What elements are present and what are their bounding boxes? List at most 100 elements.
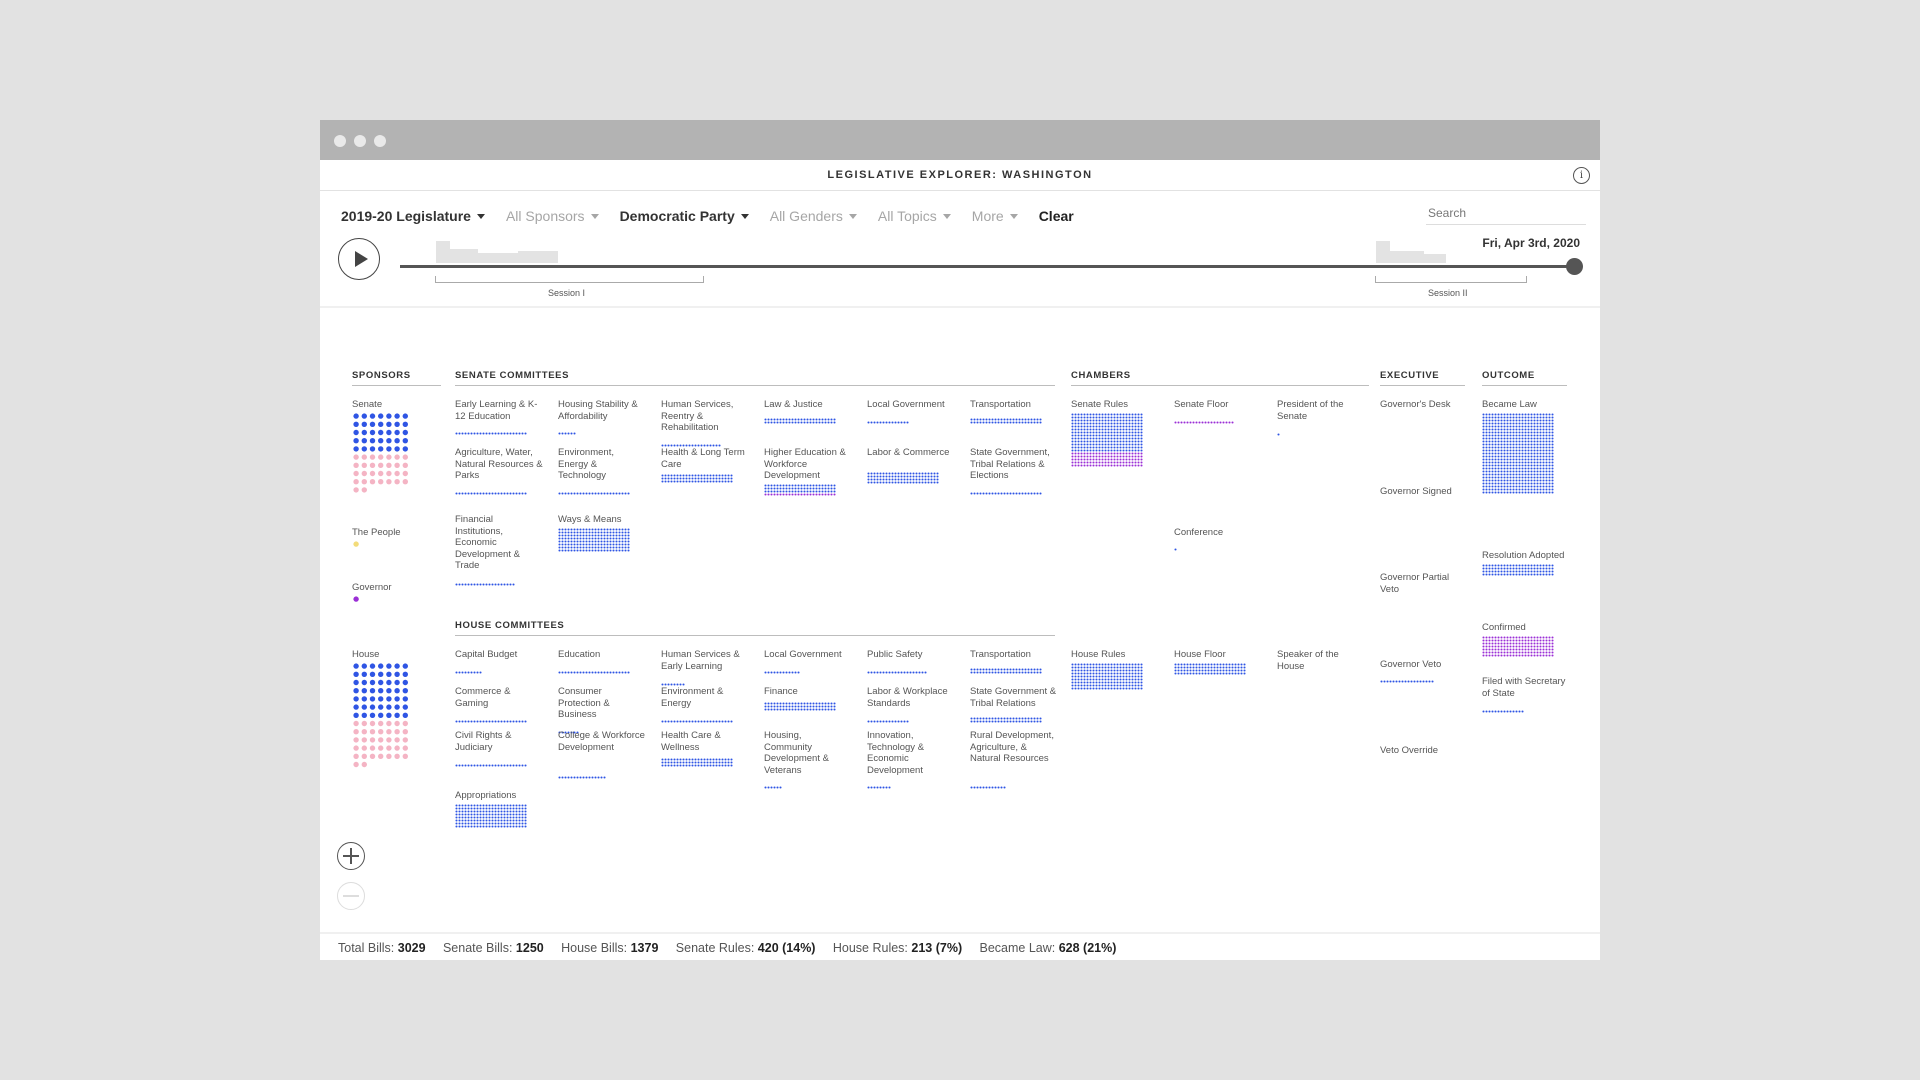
senate-committee-dots[interactable] — [455, 575, 517, 593]
house-committee-dots[interactable] — [661, 712, 735, 730]
senate-committee-dots[interactable] — [558, 528, 632, 559]
bill-dot — [1512, 443, 1515, 446]
clear-button[interactable]: Clear — [1039, 208, 1074, 224]
search-input[interactable] — [1426, 202, 1586, 225]
bill-dot — [718, 761, 721, 764]
bill-dot — [812, 487, 815, 490]
sponsor-governor-dots[interactable] — [352, 595, 362, 627]
senate-committee-dots[interactable] — [764, 413, 838, 431]
senate-committee-dots[interactable] — [970, 484, 1044, 502]
bill-dot — [979, 720, 982, 723]
window-maximize-dot[interactable] — [374, 135, 386, 147]
filter-legislature[interactable]: 2019-20 Legislature — [341, 208, 485, 224]
chamber-house-rules-dots[interactable] — [1071, 663, 1145, 697]
bill-dot — [1548, 434, 1551, 437]
bill-dot — [497, 804, 500, 807]
house-committee-dots[interactable] — [558, 663, 632, 681]
timeline-handle[interactable] — [1566, 258, 1583, 275]
house-committee-dots[interactable] — [867, 778, 893, 796]
info-icon[interactable]: i — [1573, 167, 1590, 184]
bill-dot — [1125, 419, 1128, 422]
chamber-label: House Rules — [1071, 649, 1126, 660]
outcome-confirmed-dots[interactable] — [1482, 636, 1556, 664]
bill-dot — [1074, 675, 1077, 678]
bill-dot — [1018, 671, 1021, 674]
sponsor-senate-dots[interactable] — [352, 412, 411, 501]
bill-dot — [1539, 488, 1542, 491]
senate-committee-dots[interactable] — [455, 484, 529, 502]
chamber-senate-rules-dots[interactable] — [1071, 413, 1145, 489]
bill-dot — [1530, 648, 1533, 651]
bill-dot — [1542, 648, 1545, 651]
house-committee-dots[interactable] — [661, 756, 735, 774]
house-committee-dots[interactable] — [764, 778, 784, 796]
filter-party[interactable]: Democratic Party — [620, 208, 749, 224]
bill-dot — [573, 546, 576, 549]
bill-dot — [558, 549, 561, 552]
house-committee-dots[interactable] — [867, 712, 911, 730]
bill-dot — [1482, 488, 1485, 491]
house-committee-dots[interactable] — [455, 756, 529, 774]
bill-dot — [600, 492, 603, 495]
house-committee-dots[interactable] — [455, 804, 529, 835]
senate-committee-dots[interactable] — [455, 424, 529, 442]
chamber-senate-floor-dots[interactable] — [1174, 413, 1236, 431]
bill-dot — [703, 761, 706, 764]
bill-dot — [1530, 470, 1533, 473]
bill-dot — [1086, 675, 1089, 678]
senate-committee-dots[interactable] — [558, 484, 632, 502]
house-committee-dots[interactable] — [764, 663, 802, 681]
house-committee-dots[interactable] — [867, 663, 929, 681]
filter-sponsors[interactable]: All Sponsors — [506, 208, 599, 224]
bill-dot — [386, 671, 392, 677]
bill-dot — [561, 549, 564, 552]
senate-committee-dots[interactable] — [558, 424, 578, 442]
house-committee-dots[interactable] — [970, 778, 1008, 796]
timeline-track[interactable] — [400, 265, 1574, 268]
bill-dot — [500, 432, 503, 435]
bill-dot — [1080, 458, 1083, 461]
window-minimize-dot[interactable] — [354, 135, 366, 147]
senate-committee-dots[interactable] — [970, 413, 1044, 431]
bill-dot — [1140, 452, 1143, 455]
bill-dot — [818, 487, 821, 490]
chamber-house-floor-dots[interactable] — [1174, 663, 1248, 682]
sponsor-people-dots[interactable] — [352, 540, 362, 572]
sponsor-house-dots[interactable] — [352, 662, 411, 792]
zoom-out-button[interactable] — [337, 882, 365, 910]
bill-dot — [1125, 428, 1128, 431]
house-committee-dots[interactable] — [970, 712, 1044, 730]
house-committee-dots[interactable] — [764, 700, 838, 718]
bill-dot — [1521, 470, 1524, 473]
filter-genders[interactable]: All Genders — [770, 208, 857, 224]
bill-dot — [500, 807, 503, 810]
bill-dot — [1551, 573, 1554, 576]
senate-committee-dots[interactable] — [867, 472, 941, 491]
senate-committee-dots[interactable] — [661, 472, 735, 490]
bill-dot — [897, 481, 900, 484]
house-committee-dots[interactable] — [455, 663, 484, 681]
bill-dot — [1128, 419, 1131, 422]
bill-dot — [1542, 567, 1545, 570]
outcome-resolution-dots[interactable] — [1482, 564, 1556, 583]
chamber-conference-dots[interactable] — [1174, 540, 1179, 558]
play-button[interactable] — [338, 238, 380, 280]
window-close-dot[interactable] — [334, 135, 346, 147]
bill-dot — [1497, 452, 1500, 455]
bill-dot — [764, 487, 767, 490]
outcome-became-law-dots[interactable] — [1482, 413, 1556, 501]
house-committee-dots[interactable] — [455, 712, 529, 730]
senate-committee-dots[interactable] — [867, 413, 911, 431]
bill-dot — [1521, 645, 1524, 648]
bill-dot — [479, 671, 482, 674]
house-committee-dots[interactable] — [558, 768, 608, 786]
filter-topics[interactable]: All Topics — [878, 208, 951, 224]
senate-committee-dots[interactable] — [764, 484, 838, 506]
chamber-president-dots[interactable] — [1277, 425, 1282, 443]
executive-veto-dots[interactable] — [1380, 672, 1436, 690]
bill-dot — [503, 819, 506, 822]
house-committee-dots[interactable] — [970, 663, 1044, 681]
zoom-in-button[interactable] — [337, 842, 365, 870]
outcome-filed-dots[interactable] — [1482, 702, 1526, 720]
filter-more[interactable]: More — [972, 208, 1018, 224]
